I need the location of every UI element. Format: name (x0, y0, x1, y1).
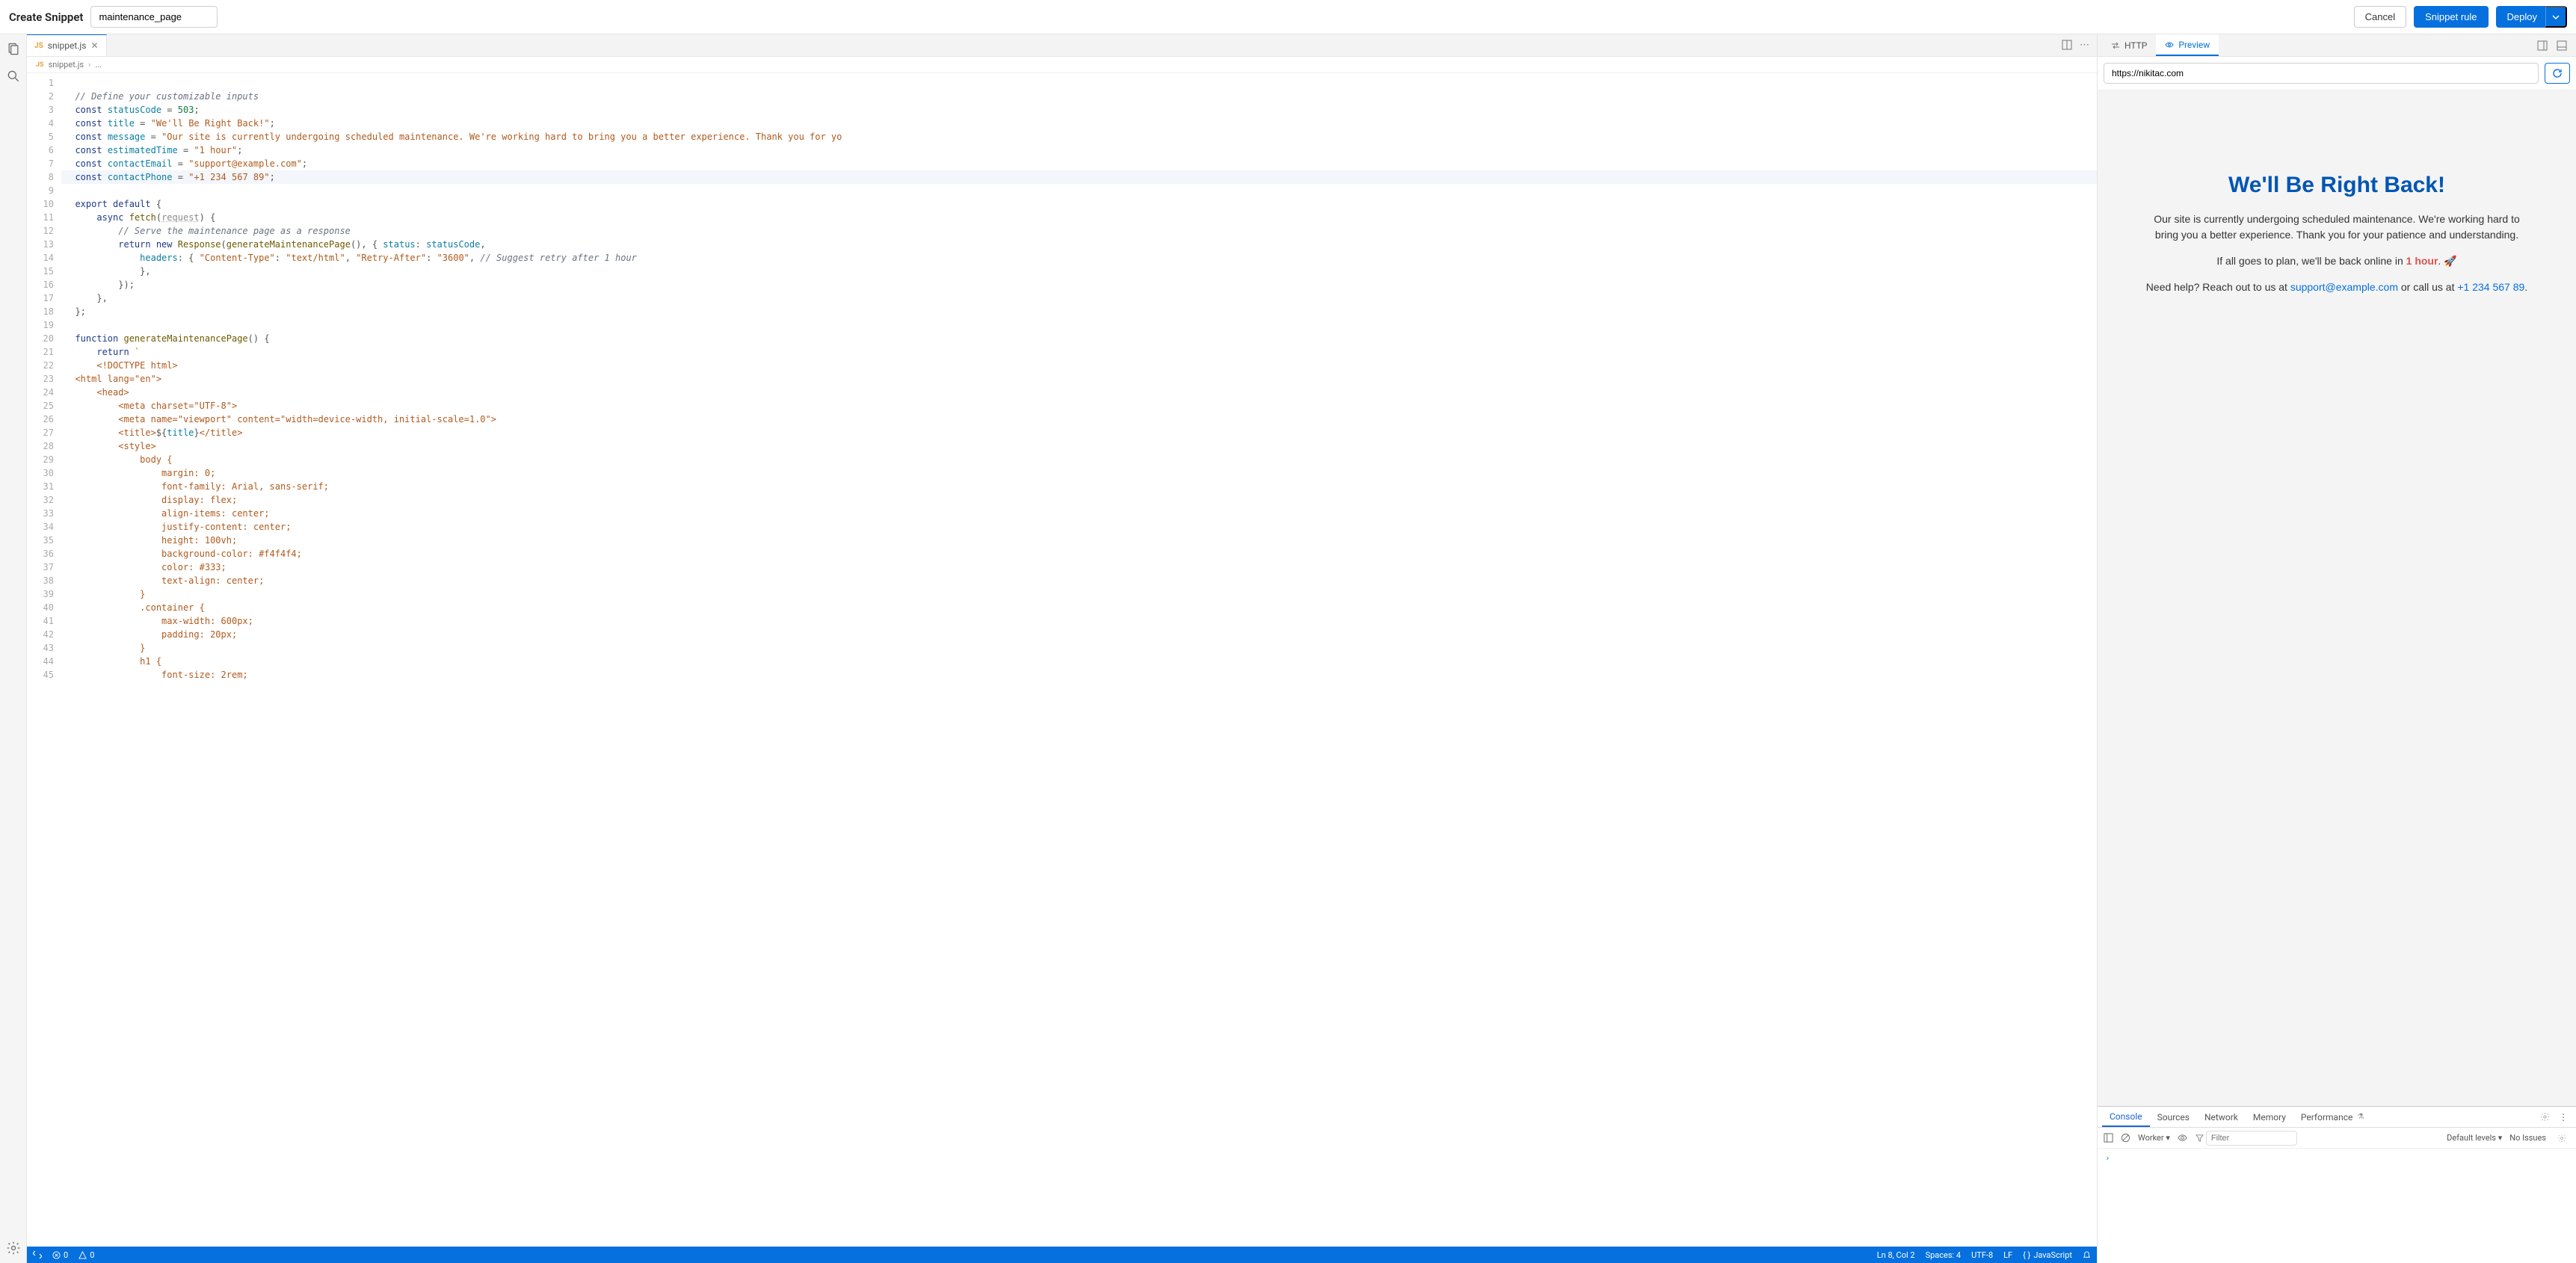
main: JS snippet.js ✕ ⋯ JS snippet.js › ... 12… (0, 34, 2576, 1263)
swap-icon (2111, 41, 2120, 50)
performance-insights-icon: ⚗ (2357, 1113, 2364, 1121)
caret-down-icon (2552, 13, 2560, 21)
breadcrumb[interactable]: JS snippet.js › ... (27, 57, 2097, 73)
devtools-more-icon[interactable]: ⋮ (2555, 1112, 2572, 1123)
js-file-icon: JS (36, 61, 44, 69)
editor-tabs: JS snippet.js ✕ ⋯ (27, 34, 2097, 57)
tab-preview[interactable]: Preview (2156, 34, 2219, 56)
devtools-toggle-icon[interactable] (2552, 40, 2572, 51)
page-title: Create Snippet (9, 10, 83, 24)
devtools: ConsoleSourcesNetworkMemoryPerformance ⚗… (2098, 1106, 2576, 1263)
snippet-name-input[interactable] (90, 6, 218, 28)
issues-indicator[interactable]: No Issues (2509, 1133, 2546, 1143)
language-mode[interactable]: { } JavaScript (2023, 1250, 2072, 1260)
preview-email-link[interactable]: support@example.com (2290, 281, 2398, 293)
more-actions-icon[interactable]: ⋯ (2080, 40, 2089, 51)
reload-button[interactable] (2545, 63, 2570, 84)
reload-icon (2552, 68, 2563, 78)
url-bar (2098, 57, 2576, 90)
console-body[interactable]: › (2098, 1149, 2576, 1263)
devtools-settings-icon[interactable] (2536, 1112, 2554, 1122)
console-settings-icon[interactable] (2554, 1134, 2570, 1143)
status-bar: 0 0 Ln 8, Col 2 Spaces: 4 UTF-8 LF { } J… (27, 1247, 2097, 1263)
preview-help-line: Need help? Reach out to us at support@ex… (2142, 280, 2531, 295)
editor-panel: JS snippet.js ✕ ⋯ JS snippet.js › ... 12… (27, 34, 2098, 1263)
errors-count[interactable]: 0 (52, 1250, 68, 1260)
indent-setting[interactable]: Spaces: 4 (1926, 1250, 1962, 1260)
remote-icon[interactable] (33, 1250, 42, 1259)
code-lines[interactable]: // Define your customizable inputs const… (61, 73, 2097, 1247)
preview-url-input[interactable] (2104, 63, 2539, 84)
tab-label: snippet.js (48, 40, 87, 51)
console-toolbar: Worker ▾ Default levels ▾ No Issues (2098, 1128, 2576, 1149)
log-levels-selector[interactable]: Default levels ▾ (2447, 1133, 2502, 1143)
devtools-tab-console[interactable]: Console (2102, 1107, 2150, 1127)
bell-icon[interactable] (2083, 1251, 2091, 1259)
console-prompt: › (2105, 1153, 2110, 1163)
search-icon[interactable] (6, 69, 21, 84)
js-file-icon: JS (34, 42, 43, 50)
deploy-options-caret[interactable] (2545, 6, 2567, 28)
preview-eta-line: If all goes to plan, we'll be back onlin… (2142, 253, 2531, 269)
line-gutter: 1234567891011121314151617181920212223242… (27, 73, 61, 1247)
preview-heading: We'll Be Right Back! (2142, 173, 2531, 198)
clear-console-icon[interactable] (2121, 1133, 2130, 1143)
preview-phone-link[interactable]: +1 234 567 89 (2457, 281, 2524, 293)
devtools-tab-performance[interactable]: Performance (2293, 1107, 2360, 1127)
eol[interactable]: LF (2003, 1250, 2012, 1260)
right-panel: HTTP Preview We'll Be Right Back! Our si… (2098, 34, 2576, 1263)
devtools-tab-network[interactable]: Network (2197, 1107, 2246, 1127)
devtools-tab-sources[interactable]: Sources (2150, 1107, 2197, 1127)
preview-frame: We'll Be Right Back! Our site is current… (2098, 90, 2576, 1106)
chevron-right-icon: › (88, 60, 90, 70)
warnings-count[interactable]: 0 (78, 1250, 94, 1260)
preview-content: We'll Be Right Back! Our site is current… (2142, 173, 2531, 306)
breadcrumb-file: snippet.js (49, 60, 84, 70)
preview-tabs: HTTP Preview (2098, 34, 2576, 57)
deploy-button[interactable]: Deploy (2496, 6, 2548, 28)
snippet-rule-button[interactable]: Snippet rule (2414, 6, 2488, 28)
live-expression-icon[interactable] (2178, 1133, 2187, 1143)
tab-http[interactable]: HTTP (2102, 34, 2156, 56)
panel-layout-icon[interactable] (2533, 40, 2552, 51)
code-editor[interactable]: 1234567891011121314151617181920212223242… (27, 73, 2097, 1247)
split-editor-icon[interactable] (2062, 40, 2072, 51)
devtools-tab-memory[interactable]: Memory (2246, 1107, 2293, 1127)
devtools-tabs: ConsoleSourcesNetworkMemoryPerformance ⚗… (2098, 1107, 2576, 1128)
cursor-position[interactable]: Ln 8, Col 2 (1877, 1250, 1915, 1260)
breadcrumb-more: ... (95, 60, 102, 70)
eye-icon (2165, 40, 2174, 49)
toggle-sidebar-icon[interactable] (2104, 1133, 2113, 1143)
close-icon[interactable]: ✕ (90, 40, 98, 51)
filter-icon (2196, 1134, 2204, 1142)
cancel-button[interactable]: Cancel (2354, 6, 2406, 28)
preview-message: Our site is currently undergoing schedul… (2142, 211, 2531, 243)
header: Create Snippet Cancel Snippet rule Deplo… (0, 0, 2576, 34)
encoding[interactable]: UTF-8 (1971, 1250, 1993, 1260)
settings-gear-icon[interactable] (6, 1241, 21, 1256)
activity-bar (0, 34, 27, 1263)
explorer-icon[interactable] (6, 42, 21, 57)
context-selector[interactable]: Worker ▾ (2138, 1133, 2170, 1143)
console-filter-input[interactable] (2207, 1131, 2296, 1145)
tab-snippet-js[interactable]: JS snippet.js ✕ (27, 34, 107, 56)
